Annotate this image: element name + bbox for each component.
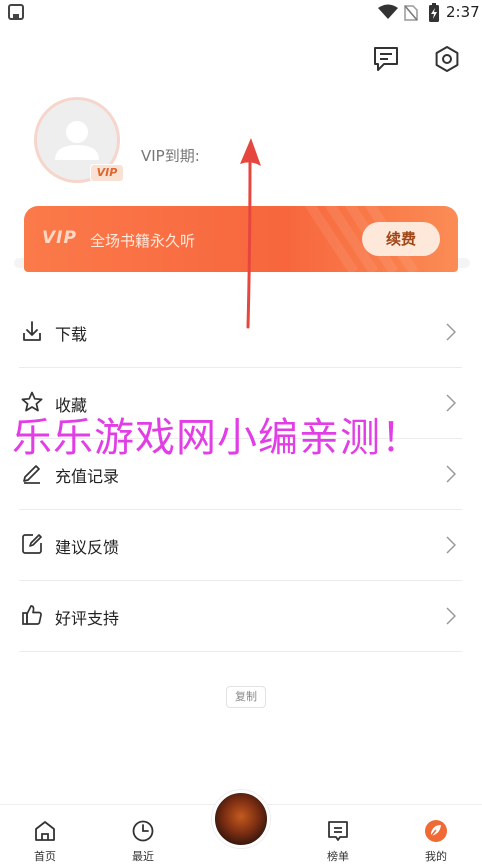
tab-ranking[interactable]: 榜单 bbox=[308, 805, 368, 865]
copy-button[interactable]: 复制 bbox=[226, 686, 266, 708]
chevron-right-icon bbox=[446, 323, 456, 341]
settings-icon[interactable] bbox=[432, 44, 462, 74]
clock-icon bbox=[132, 820, 154, 842]
menu-label: 下载 bbox=[55, 325, 88, 344]
vip-card-logo: VIP bbox=[42, 228, 77, 248]
chevron-right-icon bbox=[446, 607, 456, 625]
feedback-icon bbox=[22, 534, 42, 554]
chevron-right-icon bbox=[446, 536, 456, 554]
menu-item-feedback[interactable]: 建议反馈 bbox=[19, 510, 462, 581]
battery-charging-icon bbox=[429, 3, 439, 22]
status-bar: 2:37 bbox=[0, 0, 482, 26]
ranking-icon bbox=[328, 821, 348, 841]
app-notification-icon bbox=[8, 4, 24, 20]
download-icon bbox=[23, 321, 41, 341]
tab-label: 首页 bbox=[34, 850, 56, 863]
menu-list: 下载 收藏 充值记录 建议反馈 好评支持 bbox=[19, 297, 462, 652]
home-icon bbox=[35, 821, 55, 841]
message-icon[interactable] bbox=[371, 44, 401, 74]
tab-label: 最近 bbox=[132, 850, 154, 863]
tab-home[interactable]: 首页 bbox=[15, 805, 75, 865]
tab-recent[interactable]: 最近 bbox=[113, 805, 173, 865]
status-time: 2:37 bbox=[446, 3, 480, 21]
vip-card-slogan: 全场书籍永久听 bbox=[90, 232, 196, 250]
renew-button[interactable]: 续费 bbox=[362, 222, 440, 256]
menu-label: 建议反馈 bbox=[55, 538, 120, 557]
edit-icon bbox=[23, 465, 40, 484]
no-sim-icon bbox=[404, 5, 418, 21]
menu-label: 充值记录 bbox=[55, 467, 120, 486]
profile-icon bbox=[425, 820, 447, 842]
menu-label: 好评支持 bbox=[55, 609, 120, 628]
watermark-text: 乐乐游戏网小编亲测！ bbox=[12, 415, 422, 461]
vip-badge: VIP bbox=[90, 164, 124, 182]
vip-card[interactable]: VIP 全场书籍永久听 续费 bbox=[24, 206, 458, 272]
vip-expire-label: VIP到期: bbox=[141, 147, 200, 165]
tab-label: 我的 bbox=[425, 850, 447, 863]
menu-item-rate-support[interactable]: 好评支持 bbox=[19, 581, 462, 652]
tab-label: 榜单 bbox=[327, 850, 349, 863]
chevron-right-icon bbox=[446, 394, 456, 412]
center-cover-icon[interactable] bbox=[212, 790, 270, 848]
chevron-right-icon bbox=[446, 465, 456, 483]
wifi-icon bbox=[378, 4, 398, 19]
thumbs-up-icon bbox=[22, 605, 42, 625]
menu-item-download[interactable]: 下载 bbox=[19, 297, 462, 368]
tab-mine[interactable]: 我的 bbox=[406, 805, 466, 865]
